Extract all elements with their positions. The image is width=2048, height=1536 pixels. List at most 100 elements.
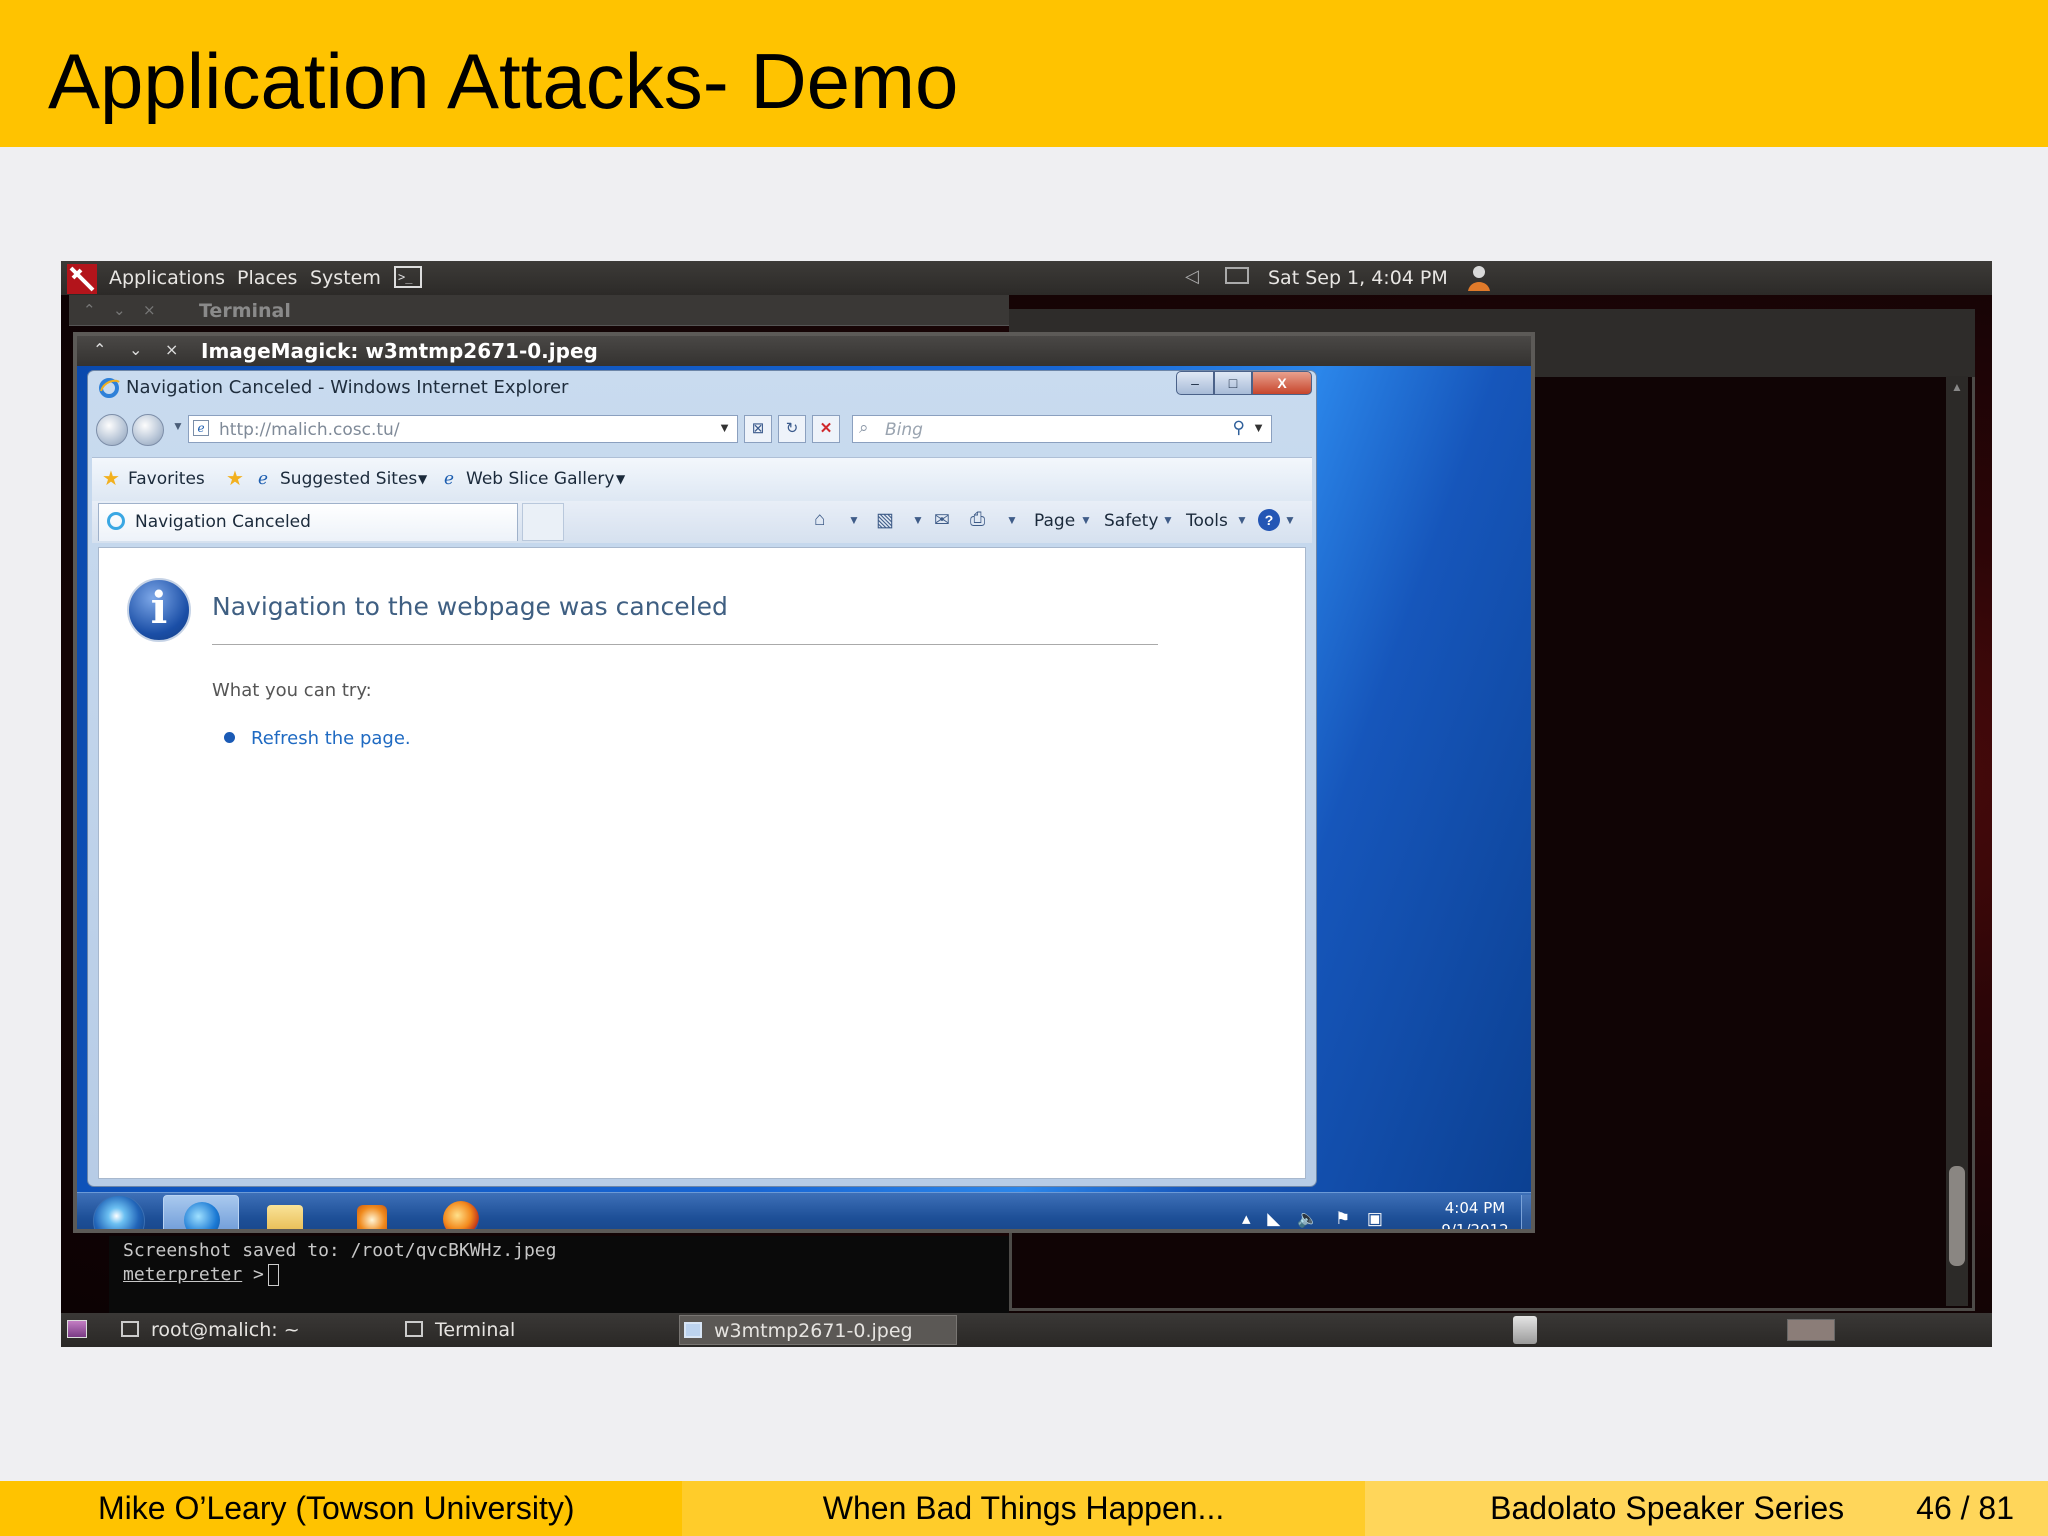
applications-menu[interactable]: Applications <box>109 267 225 289</box>
info-icon: i <box>127 578 191 642</box>
taskbar-media-player[interactable] <box>333 1195 409 1229</box>
scrollbar-thumb[interactable] <box>1949 1166 1965 1266</box>
chevron-down-icon[interactable]: ▼ <box>1162 513 1174 527</box>
suggested-sites-link[interactable]: Suggested Sites <box>280 469 417 489</box>
close-icon[interactable]: × <box>143 301 156 319</box>
safety-menu[interactable]: Safety <box>1104 511 1158 531</box>
system-menu[interactable]: System <box>310 267 381 289</box>
close-icon[interactable]: × <box>165 340 178 359</box>
taskbar-firefox[interactable] <box>423 1195 499 1229</box>
internet-explorer-icon <box>184 1202 220 1229</box>
terminal-line: Screenshot saved to: /root/qvcBKWHz.jpeg <box>123 1240 557 1261</box>
compatibility-view-button[interactable]: ⊠ <box>744 415 772 443</box>
taskbar-task-terminal[interactable]: Terminal <box>401 1315 671 1345</box>
caption-buttons: – □ X <box>1176 371 1312 395</box>
search-placeholder[interactable]: Bing <box>885 420 923 440</box>
scroll-up-arrow-icon[interactable]: ▲ <box>1951 380 1963 394</box>
taskbar-task-root-terminal[interactable]: root@malich: ~ <box>117 1315 387 1345</box>
chevron-down-icon[interactable]: ▼ <box>848 513 860 527</box>
tools-menu[interactable]: Tools <box>1186 511 1228 531</box>
forward-button[interactable] <box>132 414 164 446</box>
taskbar-clock-date[interactable]: 9/1/2012 <box>1430 1221 1520 1229</box>
maximize-icon[interactable]: ⌃ <box>83 301 96 319</box>
maximize-button[interactable]: □ <box>1214 371 1252 395</box>
tab-label: Navigation Canceled <box>135 512 311 532</box>
new-tab-button[interactable] <box>522 503 564 541</box>
recent-pages-dropdown-icon[interactable]: ▼ <box>172 419 184 433</box>
terminal-scrollbar[interactable]: ▲ <box>1946 376 1968 1306</box>
address-text[interactable]: http://malich.cosc.tu/ <box>219 420 400 440</box>
start-button[interactable] <box>93 1195 145 1229</box>
maximize-icon[interactable]: ⌃ <box>93 340 106 359</box>
minimize-icon[interactable]: ⌄ <box>129 340 142 359</box>
taskbar-ie[interactable] <box>163 1195 239 1229</box>
chevron-down-icon[interactable]: ▼ <box>418 472 427 486</box>
terminal-launcher-icon[interactable]: >_ <box>394 266 422 288</box>
prompt-suffix: > <box>242 1264 264 1285</box>
gnome-top-panel: Applications Places System >_ ◁ Sat Sep … <box>61 261 1992 295</box>
print-icon[interactable]: ⎙ <box>970 509 985 531</box>
trash-icon[interactable] <box>1513 1316 1537 1344</box>
show-desktop-icon[interactable] <box>67 1320 87 1338</box>
meterpreter-prompt: meterpreter <box>123 1264 243 1285</box>
web-slice-gallery-link[interactable]: Web Slice Gallery <box>466 469 614 489</box>
taskbar-explorer[interactable] <box>247 1195 323 1229</box>
feeds-icon[interactable]: ▧ <box>876 509 894 532</box>
back-button[interactable] <box>96 414 128 446</box>
tab-row: Navigation Canceled ⌂ ▼ ▧ ▼ ✉ ⎙ ▼ Page ▼… <box>92 501 1312 543</box>
page-menu[interactable]: Page <box>1034 511 1075 531</box>
chevron-down-icon[interactable]: ▼ <box>1080 513 1092 527</box>
address-dropdown-icon[interactable]: ▼ <box>718 420 731 435</box>
slide-footer: Mike O’Leary (Towson University) When Ba… <box>0 1481 2048 1536</box>
panel-clock[interactable]: Sat Sep 1, 4:04 PM <box>1268 267 1448 289</box>
mail-icon[interactable]: ✉ <box>934 509 950 532</box>
workspace-switcher[interactable] <box>1787 1319 1835 1341</box>
refresh-page-link[interactable]: Refresh the page. <box>251 728 411 749</box>
tab-navigation-canceled[interactable]: Navigation Canceled <box>98 503 518 541</box>
address-bar[interactable]: e http://malich.cosc.tu/ ▼ <box>188 415 738 443</box>
terminal-icon <box>405 1321 423 1337</box>
add-to-favorites-bar-icon[interactable]: ★ <box>226 466 244 490</box>
system-tray[interactable]: ▴ ◣ 🔈 ⚑ ▣ <box>1242 1209 1389 1229</box>
windows7-desktop: Navigation Canceled - Windows Internet E… <box>77 366 1531 1229</box>
footer-series: Badolato Speaker Series <box>1490 1490 1845 1526</box>
page-content: i Navigation to the webpage was canceled… <box>98 547 1306 1179</box>
speaker-icon[interactable]: ◁ <box>1185 266 1199 287</box>
places-menu[interactable]: Places <box>237 267 297 289</box>
gnome-bottom-panel: root@malich: ~ Terminal w3mtmp2671-0.jpe… <box>61 1313 1992 1347</box>
stop-button[interactable]: ✕ <box>812 415 840 443</box>
favorites-bar: ★ Favorites ★ ℯ Suggested Sites ▼ ℯ Web … <box>92 457 1312 502</box>
minimize-button[interactable]: – <box>1176 371 1214 395</box>
mail-icon[interactable] <box>1225 267 1249 284</box>
refresh-button[interactable]: ↻ <box>778 415 806 443</box>
help-icon[interactable]: ? <box>1258 509 1280 531</box>
task-label: root@malich: ~ <box>151 1319 300 1341</box>
favorites-button[interactable]: Favorites <box>128 469 205 489</box>
terminal-title: Terminal <box>199 300 291 322</box>
search-box[interactable]: ⌕ Bing ⚲ ▼ <box>852 415 1272 443</box>
taskbar-clock-time[interactable]: 4:04 PM <box>1430 1199 1520 1217</box>
imagemagick-titlebar[interactable]: ⌃ ⌄ × ImageMagick: w3mtmp2671-0.jpeg <box>77 336 1531 366</box>
chevron-down-icon[interactable]: ▼ <box>616 472 625 486</box>
footer-author: Mike O’Leary (Towson University) <box>0 1481 682 1536</box>
user-icon[interactable] <box>1464 263 1494 293</box>
search-options-dropdown-icon[interactable]: ▼ <box>1252 420 1265 435</box>
terminal-prompt-line[interactable]: meterpreter > <box>123 1264 279 1286</box>
image-window-icon <box>684 1322 702 1338</box>
navigation-row: ▼ e http://malich.cosc.tu/ ▼ ⊠ ↻ ✕ ⌕ Bin… <box>88 411 1316 451</box>
imagemagick-title: ImageMagick: w3mtmp2671-0.jpeg <box>201 339 598 363</box>
favorites-star-icon[interactable]: ★ <box>102 466 120 490</box>
show-desktop-button[interactable] <box>1521 1195 1531 1229</box>
chevron-down-icon[interactable]: ▼ <box>1006 513 1018 527</box>
search-icon[interactable]: ⚲ <box>1233 418 1245 438</box>
ie-page-icon: ℯ <box>258 469 269 489</box>
chevron-down-icon[interactable]: ▼ <box>1284 513 1296 527</box>
chevron-down-icon[interactable]: ▼ <box>912 513 924 527</box>
kali-menu-icon[interactable] <box>67 264 97 294</box>
taskbar-task-imagemagick[interactable]: w3mtmp2671-0.jpeg <box>679 1315 957 1345</box>
minimize-icon[interactable]: ⌄ <box>113 301 126 319</box>
chevron-down-icon[interactable]: ▼ <box>1236 513 1248 527</box>
close-button[interactable]: X <box>1252 371 1312 395</box>
terminal-titlebar[interactable]: ⌃ ⌄ × Terminal <box>69 295 1009 326</box>
home-icon[interactable]: ⌂ <box>814 509 825 531</box>
